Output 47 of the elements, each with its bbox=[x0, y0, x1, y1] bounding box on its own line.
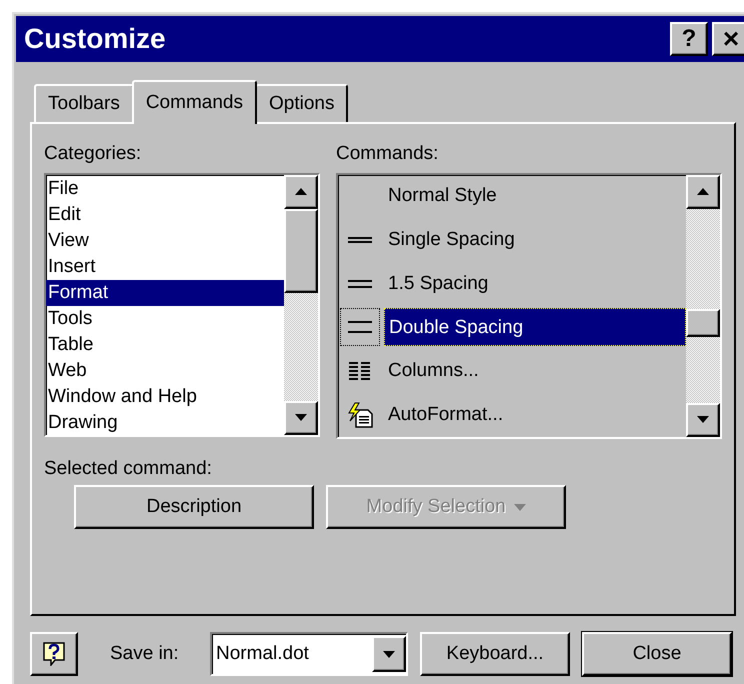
scroll-thumb[interactable] bbox=[284, 208, 318, 292]
line-spacing-icon bbox=[348, 280, 372, 288]
command-item[interactable]: Single Spacing bbox=[338, 218, 686, 262]
scroll-up-button[interactable] bbox=[284, 174, 318, 208]
category-item[interactable]: Web bbox=[46, 358, 284, 384]
save-in-label: Save in: bbox=[110, 642, 180, 666]
commands-label: Commands: bbox=[336, 142, 440, 166]
up-arrow-icon bbox=[295, 188, 307, 195]
question-bubble-icon bbox=[43, 642, 65, 666]
category-item[interactable]: Window and Help bbox=[46, 384, 284, 410]
scroll-thumb[interactable] bbox=[686, 308, 720, 336]
categories-label: Categories: bbox=[44, 142, 142, 166]
line-spacing-icon bbox=[348, 321, 372, 334]
help-icon-button[interactable] bbox=[30, 632, 78, 676]
down-arrow-icon bbox=[383, 650, 395, 658]
category-item[interactable]: Format bbox=[46, 280, 284, 306]
command-item[interactable]: 1.5 Spacing bbox=[338, 262, 686, 306]
category-item[interactable]: Table bbox=[46, 332, 284, 358]
tab[interactable]: Commands bbox=[132, 80, 257, 124]
tab[interactable]: Toolbars bbox=[34, 84, 134, 122]
line-spacing-icon bbox=[348, 237, 372, 243]
command-item[interactable]: Columns... bbox=[338, 349, 686, 393]
close-dialog-button[interactable]: Close bbox=[582, 632, 732, 676]
scroll-down-button[interactable] bbox=[284, 400, 318, 434]
lightning-document-icon bbox=[346, 402, 374, 428]
window-title: Customize bbox=[24, 22, 166, 56]
scroll-up-button[interactable] bbox=[686, 174, 720, 208]
down-arrow-icon bbox=[295, 414, 307, 421]
tab[interactable]: Options bbox=[254, 84, 348, 122]
keyboard-button[interactable]: Keyboard... bbox=[420, 632, 570, 676]
command-item[interactable]: AutoFormat... bbox=[338, 392, 686, 437]
category-item[interactable]: Tools bbox=[46, 306, 284, 332]
description-button[interactable]: Description bbox=[74, 485, 314, 529]
category-item[interactable]: Drawing bbox=[46, 410, 284, 436]
category-item[interactable]: View bbox=[46, 228, 284, 254]
selected-command-label: Selected command: bbox=[44, 456, 213, 480]
category-item[interactable]: File bbox=[46, 176, 284, 202]
down-arrow-icon bbox=[697, 416, 709, 423]
close-button[interactable]: × bbox=[712, 22, 744, 56]
down-arrow-icon bbox=[514, 504, 526, 510]
save-in-dropdown[interactable]: Normal.dot bbox=[210, 632, 408, 676]
category-item[interactable]: Insert bbox=[46, 254, 284, 280]
category-item[interactable]: Edit bbox=[46, 202, 284, 228]
help-button[interactable]: ? bbox=[670, 22, 708, 56]
up-arrow-icon bbox=[697, 188, 709, 195]
scroll-down-button[interactable] bbox=[686, 402, 720, 436]
command-item[interactable]: Normal Style bbox=[338, 174, 686, 218]
